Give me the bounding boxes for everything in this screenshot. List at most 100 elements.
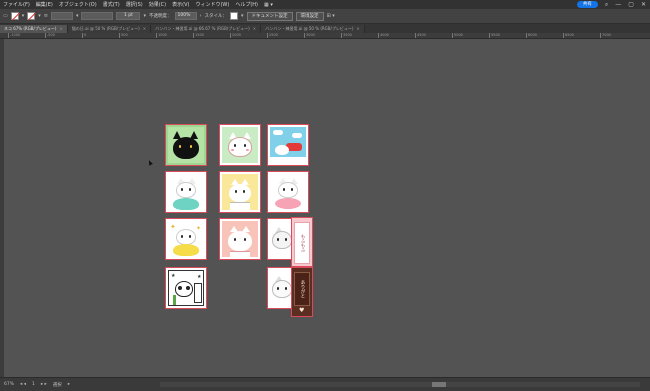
sticker-cat-teal-bag[interactable]: [165, 171, 207, 213]
cat-eye-icon: [179, 145, 181, 148]
minimize-icon[interactable]: —: [615, 0, 621, 9]
white-cat-icon: [176, 182, 196, 198]
heart-icon: ♥: [299, 307, 305, 314]
prev-artboard-icon[interactable]: ◂ ◂: [20, 382, 26, 387]
brush-dropdown-icon[interactable]: ▾: [143, 13, 146, 19]
menu-window[interactable]: ウィンドウ(W): [192, 1, 232, 8]
paper-note-icon: [230, 202, 250, 210]
tab-label: バンバン・練習用.ai @ 50 % (RGB/プレビュー): [265, 26, 354, 31]
sticker-cat-peach[interactable]: [219, 218, 261, 260]
tab-document-4[interactable]: バンバン・練習用.ai @ 50 % (RGB/プレビュー) ×: [261, 25, 365, 33]
sticker-art: [222, 221, 258, 257]
tab-close-icon[interactable]: ×: [59, 26, 62, 31]
artboard-number[interactable]: 1: [32, 382, 35, 387]
panda-eye-icon: [178, 286, 182, 290]
menu-help[interactable]: ヘルプ(H): [232, 1, 261, 8]
opacity-arrow-icon[interactable]: ›: [200, 13, 202, 19]
menu-view[interactable]: 表示(V): [169, 1, 192, 8]
cat-eye-icon: [291, 188, 293, 191]
cat-eye-icon: [189, 188, 191, 191]
cloud-icon: [292, 133, 302, 138]
star-icon: ★: [171, 273, 176, 279]
sticker-art: ★ ★: [168, 270, 204, 306]
style-swatch[interactable]: [230, 12, 238, 20]
stroke-panel-icon[interactable]: ≡: [44, 13, 48, 19]
search-icon[interactable]: ⌕: [605, 0, 608, 9]
stroke-dropdown-icon[interactable]: ▾: [38, 13, 41, 19]
fill-dropdown-icon[interactable]: ▾: [22, 13, 25, 19]
menu-bar: ファイル(F) 編集(E) オブジェクト(O) 書式(T) 選択(S) 効果(C…: [0, 0, 650, 9]
tab-close-icon[interactable]: ×: [143, 26, 146, 31]
next-artboard-icon[interactable]: ▸ ▸: [41, 382, 47, 387]
teal-bag-icon: [173, 198, 199, 210]
control-bar: ▭ ▾ ▾ ≡ ▾ 1 pt ▾ 不透明度： 100% › スタイル： ▾ ドキ…: [0, 9, 650, 24]
tab-document-2[interactable]: 猫の日.ai @ 50 % (RGB/プレビュー) ×: [67, 25, 152, 33]
tab-document-3[interactable]: バンバン・練習用.ai @ 66.67 % (RGB/プレビュー) ×: [151, 25, 262, 33]
sticker-cat-yellow-bag[interactable]: ✦ ✦: [165, 218, 207, 260]
sparkle-icon: ✦: [170, 223, 176, 231]
cat-eye-icon: [234, 144, 236, 147]
tab-label: ネコ 67% (RGB/プレビュー): [4, 26, 57, 31]
style-label: スタイル：: [204, 14, 228, 19]
workspace-icon[interactable]: ▦ ▾: [261, 2, 276, 8]
menu-type[interactable]: 書式(T): [100, 1, 123, 8]
tag-label: ありがと: [294, 272, 310, 306]
sticker-art: [168, 174, 204, 210]
sticker-cat-pink[interactable]: [267, 171, 309, 213]
tab-document-1[interactable]: ネコ 67% (RGB/プレビュー) ×: [0, 25, 68, 33]
sticker-black-cat[interactable]: [165, 124, 207, 166]
yellow-bag-icon: [173, 244, 199, 256]
sticker-cat-yellow[interactable]: [219, 171, 261, 213]
sparkle-icon: ✦: [196, 225, 202, 232]
text-panel: [194, 283, 202, 303]
black-cat-icon: [173, 137, 199, 159]
horizontal-scrollbar[interactable]: [160, 382, 640, 387]
sticker-cat-sky[interactable]: [267, 124, 309, 166]
sticker-art: [168, 127, 204, 163]
share-button[interactable]: 共有: [576, 1, 598, 8]
preferences-button[interactable]: 環境設定: [295, 11, 324, 21]
menu-object[interactable]: オブジェクト(O): [56, 1, 100, 8]
cat-eye-icon: [285, 238, 287, 241]
stroke-weight-dropdown-icon[interactable]: ▾: [76, 13, 79, 19]
white-cat-icon: [176, 229, 196, 245]
stroke-weight-field[interactable]: [50, 12, 73, 20]
cat-eye-icon: [243, 190, 245, 193]
menubar-right: 共有 ⌕ — ▢ ✕: [576, 0, 646, 9]
maximize-icon[interactable]: ▢: [628, 0, 634, 9]
white-cat-icon: [228, 231, 252, 251]
brown-speech-tag[interactable]: ありがと ♥: [291, 267, 313, 317]
variable-width-field[interactable]: [81, 12, 114, 20]
menu-effect[interactable]: 効果(C): [146, 1, 169, 8]
cat-eye-icon: [277, 238, 279, 241]
white-cat-icon: [229, 184, 251, 202]
scrollbar-thumb[interactable]: [432, 382, 446, 387]
artboard-canvas[interactable]: ✦ ✦ もふもふ ★ ★ ありがと ♥: [4, 39, 650, 377]
blush-icon: [246, 149, 249, 151]
brush-field[interactable]: 1 pt: [116, 12, 141, 20]
opacity-label: 不透明度：: [149, 14, 172, 19]
cat-eye-icon: [283, 188, 285, 191]
sticker-art: [222, 127, 258, 163]
close-icon[interactable]: ✕: [641, 0, 646, 9]
menu-select[interactable]: 選択(S): [123, 1, 146, 8]
arrange-icon[interactable]: ⊞ ▾: [327, 13, 335, 19]
tab-close-icon[interactable]: ×: [356, 26, 359, 31]
sticker-panda[interactable]: ★ ★: [165, 267, 207, 309]
blush-icon: [231, 149, 234, 151]
sticker-cat-heart[interactable]: [219, 124, 261, 166]
cat-eye-icon: [244, 238, 246, 241]
tool-arrow-icon[interactable]: ▸: [68, 382, 70, 387]
white-cat-icon: [228, 137, 252, 157]
zoom-level[interactable]: 67%: [4, 382, 14, 387]
menu-file[interactable]: ファイル(F): [0, 1, 33, 8]
fill-swatch[interactable]: [10, 12, 19, 20]
style-dropdown-icon[interactable]: ▾: [241, 13, 244, 19]
document-setup-button[interactable]: ドキュメント設定: [246, 11, 293, 21]
stroke-swatch[interactable]: [27, 12, 36, 20]
tab-close-icon[interactable]: ×: [253, 26, 256, 31]
menu-edit[interactable]: 編集(E): [33, 1, 56, 8]
sticker-art: ✦ ✦: [168, 221, 204, 257]
opacity-field[interactable]: 100%: [174, 12, 197, 20]
pink-speech-tag[interactable]: もふもふ: [291, 217, 313, 267]
